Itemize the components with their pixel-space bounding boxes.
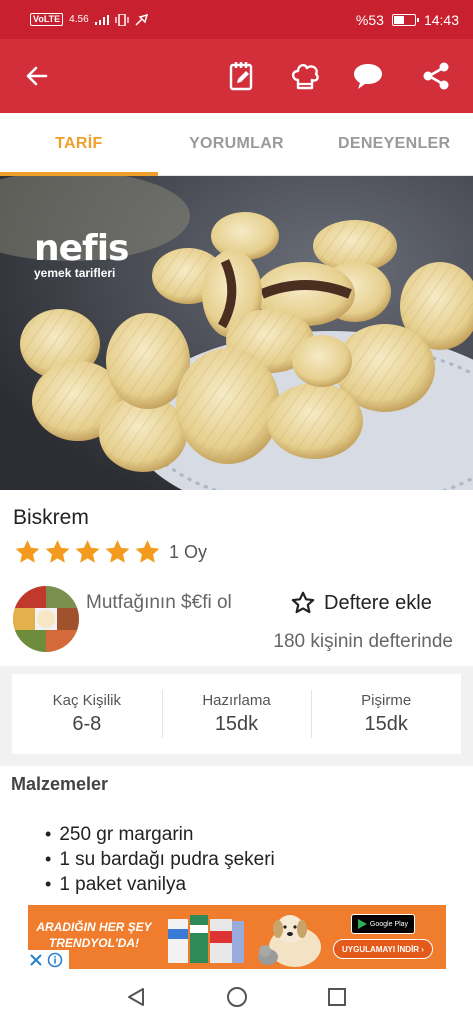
- ingredient-item: 1 paket vanilya: [45, 872, 275, 897]
- recipe-info-box: Kaç Kişilik 6-8 Hazırlama 15dk Pişirme 1…: [12, 674, 461, 754]
- google-play-badge[interactable]: Google Play: [351, 914, 415, 934]
- comments-button[interactable]: [350, 58, 386, 94]
- add-to-notebook-label: Deftere ekle: [324, 591, 432, 614]
- battery-percent: %53: [355, 11, 384, 28]
- battery-icon: [391, 13, 419, 26]
- logo-word: nefis: [34, 228, 129, 269]
- recipe-title: Biskrem: [13, 506, 89, 529]
- ad-banner[interactable]: ARADIĞIN HER ŞEY TRENDYOL'DA! Google Pla…: [28, 905, 446, 969]
- system-nav-bar: [0, 970, 473, 1024]
- nav-back-button[interactable]: [123, 984, 149, 1010]
- cook-label: Pişirme: [361, 692, 412, 709]
- chef-button[interactable]: [287, 58, 323, 94]
- ad-download-button[interactable]: UYGULAMAYI İNDİR ›: [333, 939, 433, 959]
- chat-bubble-icon: [354, 64, 382, 89]
- network-speed: 4.56: [69, 14, 89, 25]
- author-name[interactable]: Mutfağının $€fi ol: [86, 591, 256, 615]
- nav-home-button[interactable]: [224, 984, 250, 1010]
- star-filled-icon[interactable]: [73, 538, 102, 566]
- chef-hat-icon: [291, 63, 319, 90]
- ad-puppy-image: [258, 915, 321, 967]
- ad-product-images: [168, 915, 244, 963]
- ingredient-item: 250 gr margarin: [45, 822, 275, 847]
- author-avatar[interactable]: [13, 586, 79, 652]
- share-button[interactable]: [418, 58, 454, 94]
- info-servings: Kaç Kişilik 6-8: [12, 674, 162, 754]
- ingredient-item: 1 su bardağı pudra şekeri: [45, 847, 274, 872]
- cook-value: 15dk: [364, 713, 408, 735]
- tab-comments[interactable]: YORUMLAR: [158, 113, 316, 175]
- ad-headline: ARADIĞIN HER ŞEY TRENDYOL'DA!: [36, 920, 152, 950]
- cookie-plate-illustration: [0, 176, 473, 490]
- rating[interactable]: 1 Oy: [13, 538, 207, 566]
- clock: 14:43: [423, 11, 459, 28]
- prep-label: Hazırlama: [202, 692, 271, 709]
- star-filled-icon[interactable]: [103, 538, 132, 566]
- prep-value: 15dk: [214, 713, 259, 735]
- vote-count: 1 Oy: [169, 541, 208, 562]
- notepad-edit-icon: [229, 62, 253, 91]
- star-filled-icon[interactable]: [43, 538, 72, 566]
- avatar-image: [13, 586, 79, 652]
- nav-recents-button[interactable]: [324, 984, 350, 1010]
- tab-bar: TARİF YORUMLAR DENEYENLER: [0, 113, 473, 176]
- back-button[interactable]: [22, 61, 52, 91]
- play-store-icon: [357, 919, 367, 929]
- close-icon[interactable]: [29, 953, 43, 967]
- ad-info-icon[interactable]: [47, 952, 63, 968]
- ingredients-list: 250 gr margarin 1 su bardağı pudra şeker…: [45, 822, 275, 897]
- status-right: %53 14:43: [356, 12, 459, 28]
- ingredients-title: Malzemeler: [11, 774, 109, 794]
- volte-badge: VoLTE: [30, 13, 64, 26]
- tab-recipe[interactable]: TARİF: [0, 113, 158, 176]
- logo-sub: yemek tarifleri: [34, 266, 116, 280]
- share-icon: [423, 62, 449, 90]
- app-bar: [0, 39, 473, 113]
- store-label: Google Play: [369, 920, 409, 928]
- nefis-logo: nefis yemek tarifleri: [34, 228, 129, 281]
- vibrate-icon: [114, 13, 129, 26]
- star-filled-icon[interactable]: [13, 538, 42, 566]
- recipe-photo[interactable]: nefis yemek tarifleri: [0, 176, 473, 490]
- status-left: VoLTE 4.56: [30, 13, 149, 26]
- servings-value: 6-8: [72, 713, 102, 735]
- info-prep-time: Hazırlama 15dk: [161, 674, 312, 754]
- add-to-notebook-button[interactable]: Deftere ekle: [290, 590, 432, 616]
- signal-icon: [94, 14, 109, 25]
- back-arrow-icon: [26, 66, 48, 86]
- notebook-count: 180 kişinin defterinde: [273, 631, 453, 652]
- note-button[interactable]: [224, 58, 260, 94]
- battery-fill: [393, 15, 405, 24]
- status-bar: VoLTE 4.56 %53 14:43: [0, 0, 473, 39]
- info-cook-time: Pişirme 15dk: [311, 674, 461, 754]
- nav-home-icon: [227, 987, 247, 1007]
- nav-recents-icon: [328, 988, 346, 1006]
- servings-label: Kaç Kişilik: [52, 692, 122, 709]
- star-filled-icon[interactable]: [133, 538, 162, 566]
- tab-triers[interactable]: DENEYENLER: [315, 113, 473, 175]
- ad-controls: [27, 950, 69, 970]
- nav-back-icon: [128, 988, 144, 1006]
- star-rating[interactable]: [13, 538, 162, 566]
- star-outline-icon: [291, 591, 315, 614]
- app-notification-icon: [135, 13, 148, 26]
